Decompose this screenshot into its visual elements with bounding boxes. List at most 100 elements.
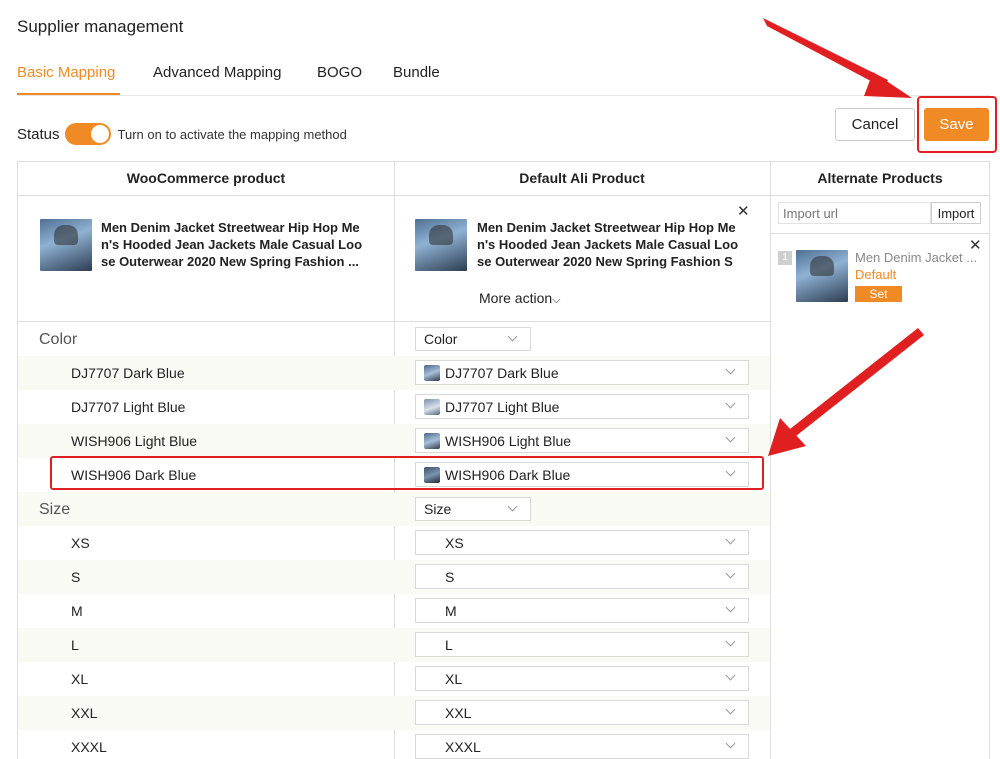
- alternate-divider: [770, 233, 990, 234]
- variant-label: S: [71, 569, 81, 585]
- variant-thumbnail: [424, 399, 440, 415]
- variant-label: M: [71, 603, 83, 619]
- header-alternate-products: Alternate Products: [817, 170, 943, 186]
- woo-product-title: Men Denim Jacket Streetwear Hip Hop Men'…: [101, 220, 363, 269]
- more-action-dropdown[interactable]: More action⌵: [479, 290, 561, 307]
- variant-mapping-select[interactable]: DJ7707 Light Blue: [415, 394, 749, 419]
- import-button[interactable]: Import: [931, 202, 981, 224]
- select-value: XXL: [445, 705, 472, 721]
- alternate-product-title[interactable]: Men Denim Jacket ...: [855, 250, 980, 265]
- tab-basic-mapping[interactable]: Basic Mapping: [17, 64, 115, 81]
- chevron-down-icon: [507, 331, 518, 342]
- status-hint: Turn on to activate the mapping method: [117, 126, 347, 142]
- save-highlight-annotation: [917, 96, 997, 153]
- column-divider: [770, 162, 771, 759]
- select-value: S: [445, 569, 455, 585]
- status-label: Status: [17, 125, 60, 143]
- active-tab-indicator: [17, 93, 120, 95]
- import-url-input[interactable]: [778, 202, 931, 224]
- chevron-down-icon: [725, 704, 736, 715]
- variant-thumbnail: [424, 365, 440, 381]
- ali-product-image: [415, 219, 467, 271]
- variant-mapping-select[interactable]: DJ7707 Dark Blue: [415, 360, 749, 385]
- chevron-down-icon: [725, 568, 736, 579]
- toggle-knob: [90, 125, 109, 143]
- alternate-product-image: [796, 250, 848, 302]
- variant-mapping-select[interactable]: XL: [415, 666, 749, 691]
- variant-label: WISH906 Light Blue: [71, 433, 198, 449]
- select-value: DJ7707 Light Blue: [445, 399, 560, 415]
- variant-mapping-select[interactable]: XXXL: [415, 734, 749, 759]
- size-attribute-select[interactable]: Size: [415, 497, 531, 521]
- header-default-ali-product: Default Ali Product: [519, 170, 645, 186]
- variant-mapping-select[interactable]: WISH906 Light Blue: [415, 428, 749, 453]
- variant-label: XXXL: [71, 739, 107, 755]
- chevron-down-icon: ⌵: [552, 294, 561, 306]
- table-row: XL XL: [18, 662, 770, 696]
- select-value: XS: [445, 535, 464, 551]
- select-value: XL: [445, 671, 463, 687]
- variant-mapping-select[interactable]: XS: [415, 530, 749, 555]
- tab-bar: Basic Mapping Advanced Mapping BOGO Bund…: [17, 56, 990, 96]
- table-row: XXL XXL: [18, 696, 770, 730]
- tab-bundle[interactable]: Bundle: [393, 64, 440, 81]
- header-divider: [18, 195, 770, 196]
- variant-thumbnail: [424, 433, 440, 449]
- group-label: Color: [39, 331, 78, 348]
- select-value: Color: [424, 331, 458, 347]
- variant-label: DJ7707 Light Blue: [71, 399, 186, 415]
- table-row: WISH906 Light Blue WISH906 Light Blue: [18, 424, 770, 458]
- select-value: L: [445, 637, 453, 653]
- more-action-label: More action: [479, 290, 553, 306]
- chevron-down-icon: [725, 432, 736, 443]
- cancel-button[interactable]: Cancel: [835, 108, 915, 141]
- group-row-size: Size Size: [18, 492, 770, 526]
- variant-mapping-select[interactable]: M: [415, 598, 749, 623]
- table-row: S S: [18, 560, 770, 594]
- tab-advanced-mapping[interactable]: Advanced Mapping: [153, 64, 281, 81]
- variant-label: XS: [71, 535, 90, 551]
- variant-label: DJ7707 Dark Blue: [71, 365, 185, 381]
- chevron-down-icon: [725, 670, 736, 681]
- group-label: Size: [39, 501, 71, 518]
- table-row: L L: [18, 628, 770, 662]
- table-row: DJ7707 Dark Blue DJ7707 Dark Blue: [18, 356, 770, 390]
- chevron-down-icon: [507, 501, 518, 512]
- chevron-down-icon: [725, 602, 736, 613]
- chevron-down-icon: [725, 636, 736, 647]
- table-row: DJ7707 Light Blue DJ7707 Light Blue: [18, 390, 770, 424]
- header-woocommerce-product: WooCommerce product: [126, 170, 286, 186]
- variant-mapping-select[interactable]: L: [415, 632, 749, 657]
- select-value: XXXL: [445, 739, 481, 755]
- chevron-down-icon: [725, 398, 736, 409]
- alternate-default-label: Default: [855, 267, 897, 282]
- select-value: DJ7707 Dark Blue: [445, 365, 559, 381]
- variant-label: L: [71, 637, 79, 653]
- variant-mapping-select[interactable]: S: [415, 564, 749, 589]
- set-default-button[interactable]: Set: [855, 286, 902, 302]
- variant-label: XL: [71, 671, 89, 687]
- chevron-down-icon: [725, 738, 736, 749]
- variant-label: XXL: [71, 705, 98, 721]
- table-row: M M: [18, 594, 770, 628]
- tab-bogo[interactable]: BOGO: [317, 64, 362, 81]
- select-value: Size: [424, 501, 452, 517]
- status-toggle[interactable]: [64, 123, 111, 145]
- color-attribute-select[interactable]: Color: [415, 327, 531, 351]
- select-value: WISH906 Light Blue: [445, 433, 572, 449]
- table-row: XXXL XXXL: [18, 730, 770, 759]
- table-row: XS XS: [18, 526, 770, 560]
- group-row-color: Color Color: [18, 322, 770, 356]
- variant-highlight-annotation: [50, 456, 764, 490]
- woo-product-image: [40, 219, 92, 271]
- ali-product-title: Men Denim Jacket Streetwear Hip Hop Men'…: [477, 220, 739, 269]
- remove-ali-product-close-icon[interactable]: ✕: [737, 202, 750, 220]
- select-value: M: [445, 603, 457, 619]
- chevron-down-icon: [725, 364, 736, 375]
- page-title: Supplier management: [17, 17, 184, 36]
- variant-mapping-select[interactable]: XXL: [415, 700, 749, 725]
- alternate-index-badge: 1: [778, 251, 792, 265]
- header-divider: [770, 195, 990, 196]
- chevron-down-icon: [725, 534, 736, 545]
- status-row: Status Turn on to activate the mapping m…: [17, 122, 347, 146]
